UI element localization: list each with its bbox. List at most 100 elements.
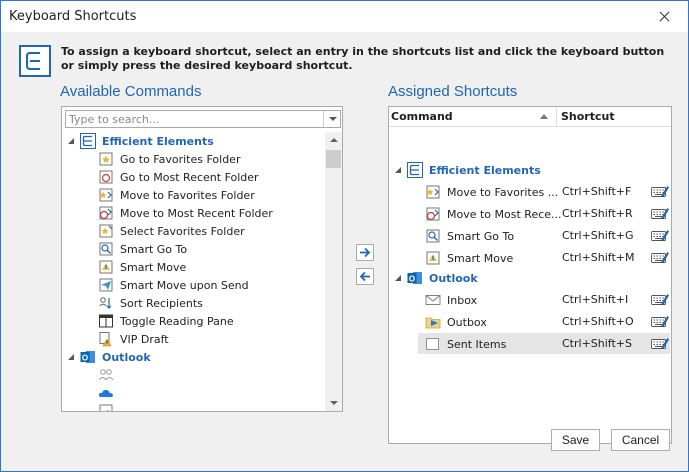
- scroll-thumb[interactable]: [326, 150, 341, 168]
- available-command-item[interactable]: VIP Draft: [98, 330, 169, 348]
- item-label: Efficient Elements: [102, 134, 214, 148]
- title-bar: Keyboard Shortcuts: [1, 1, 688, 32]
- available-command-item[interactable]: Sort Recipients: [98, 294, 203, 312]
- item-label: Outlook: [102, 350, 151, 364]
- move-favorites-icon: [425, 184, 441, 200]
- keyboard-edit-icon[interactable]: [651, 292, 669, 307]
- item-label: Move to Favorites Folder: [120, 188, 255, 202]
- save-button[interactable]: Save: [551, 429, 600, 451]
- reading-pane-icon: [98, 313, 114, 329]
- arrow-left-icon: [359, 271, 370, 282]
- available-command-item[interactable]: Select Favorites Folder: [98, 222, 245, 240]
- outbox-icon: [425, 314, 441, 330]
- outlook-logo-icon: O: [80, 349, 96, 365]
- expand-collapse-icon[interactable]: [395, 275, 402, 282]
- recent-folder-icon: [98, 169, 114, 185]
- ee-logo-icon: [407, 162, 423, 178]
- vip-draft-icon: [98, 331, 114, 347]
- assigned-shortcut-item[interactable]: Move to Most Rece...: [425, 205, 562, 223]
- item-label: Inbox: [447, 293, 478, 307]
- assigned-group[interactable]: O Outlook: [407, 269, 478, 287]
- smart-go-to-icon: [425, 228, 441, 244]
- assign-arrow-button[interactable]: [356, 244, 374, 261]
- svg-text:O: O: [82, 354, 88, 363]
- expand-collapse-icon[interactable]: [395, 167, 402, 174]
- available-command-item[interactable]: Move to Most Recent Folder: [98, 204, 273, 222]
- item-label: Smart Move: [120, 260, 187, 274]
- item-label: Select Favorites Folder: [120, 224, 245, 238]
- item-label: Toggle Reading Pane: [120, 314, 234, 328]
- shortcut-value: Ctrl+Shift+I: [562, 293, 629, 306]
- assigned-shortcut-item[interactable]: Sent Items: [425, 335, 506, 353]
- select-favorites-icon: [98, 223, 114, 239]
- keyboard-edit-icon[interactable]: [651, 314, 669, 329]
- unassign-arrow-button[interactable]: [356, 268, 374, 285]
- assigned-shortcut-item[interactable]: Smart Go To: [425, 227, 514, 245]
- smart-move-send-icon: [98, 277, 114, 293]
- scroll-up-arrow-icon[interactable]: [325, 132, 342, 149]
- available-command-item[interactable]: Go to Favorites Folder: [98, 150, 240, 168]
- item-label: Sort Recipients: [120, 296, 203, 310]
- move-recent-icon: [425, 206, 441, 222]
- item-label: Sent Items: [447, 337, 507, 351]
- dialog-body: To assign a keyboard shortcut, select an…: [1, 32, 688, 471]
- item-label: Move to Favorites ...: [447, 185, 559, 199]
- shortcut-value: Ctrl+Shift+R: [562, 207, 633, 220]
- expand-collapse-icon[interactable]: [68, 354, 75, 361]
- item-label: Outlook: [429, 271, 478, 285]
- keyboard-edit-icon[interactable]: [651, 184, 669, 199]
- inbox-icon: [425, 292, 441, 308]
- move-recent-icon: [98, 205, 114, 221]
- assigned-shortcut-item[interactable]: Move to Favorites ...: [425, 183, 558, 201]
- available-command-item[interactable]: Toggle Reading Pane: [98, 312, 234, 330]
- sent-items-icon: [425, 336, 441, 352]
- window-title: Keyboard Shortcuts: [9, 9, 137, 24]
- item-label: Smart Move: [447, 251, 514, 265]
- globe-calendar-icon: [98, 403, 114, 411]
- scroll-down-arrow-icon[interactable]: [325, 394, 342, 411]
- keyboard-edit-icon[interactable]: [651, 250, 669, 265]
- close-button[interactable]: [650, 8, 678, 26]
- available-command-item[interactable]: Smart Move upon Send: [98, 276, 249, 294]
- smart-move-icon: [98, 259, 114, 275]
- shortcut-value: Ctrl+Shift+M: [562, 251, 635, 264]
- info-text: To assign a keyboard shortcut, select an…: [61, 45, 665, 72]
- available-command-item[interactable]: Move to Favorites Folder: [98, 186, 255, 204]
- assigned-shortcuts-panel: Command Shortcut Efficient Elements Move …: [388, 106, 672, 444]
- item-label: Smart Move upon Send: [120, 278, 249, 292]
- item-label: Efficient Elements: [429, 163, 541, 177]
- outlook-logo-icon: O: [407, 270, 423, 286]
- assigned-shortcut-item[interactable]: Inbox: [425, 291, 477, 309]
- keyboard-edit-icon[interactable]: [651, 228, 669, 243]
- item-label: Go to Most Recent Folder: [120, 170, 259, 184]
- cancel-button-label: Cancel: [621, 433, 660, 447]
- item-label: Move to Most Rece...: [447, 207, 562, 221]
- available-command-item[interactable]: Smart Go To: [98, 240, 187, 258]
- keyboard-edit-icon[interactable]: [651, 206, 669, 221]
- search-input[interactable]: [66, 111, 318, 127]
- item-label: Move to Most Recent Folder: [120, 206, 273, 220]
- available-command-item[interactable]: [98, 384, 120, 402]
- assigned-shortcuts-tree: Efficient Elements Move to Favorites ... C…: [389, 107, 671, 443]
- smart-move-icon: [425, 250, 441, 266]
- available-command-item[interactable]: Go to Most Recent Folder: [98, 168, 259, 186]
- available-scrollbar[interactable]: [325, 132, 342, 411]
- cancel-button[interactable]: Cancel: [611, 429, 670, 451]
- keyboard-edit-icon[interactable]: [651, 336, 669, 351]
- item-label: Smart Go To: [120, 242, 188, 256]
- move-favorites-icon: [98, 187, 114, 203]
- shortcut-value: Ctrl+Shift+O: [562, 315, 634, 328]
- assigned-group[interactable]: Efficient Elements: [407, 161, 541, 179]
- available-command-item[interactable]: [98, 402, 120, 411]
- search-box[interactable]: [65, 110, 341, 128]
- assigned-shortcut-item[interactable]: Smart Move: [425, 249, 513, 267]
- assigned-shortcut-item[interactable]: Outbox: [425, 313, 487, 331]
- expand-collapse-icon[interactable]: [68, 138, 75, 145]
- available-group[interactable]: Efficient Elements: [80, 132, 214, 150]
- available-commands-title: Available Commands: [60, 83, 202, 100]
- available-command-item[interactable]: [98, 366, 120, 384]
- search-dropdown-button[interactable]: [323, 111, 340, 127]
- available-command-item[interactable]: Smart Move: [98, 258, 186, 276]
- available-group[interactable]: O Outlook: [80, 348, 151, 366]
- ee-logo-icon: [80, 133, 96, 149]
